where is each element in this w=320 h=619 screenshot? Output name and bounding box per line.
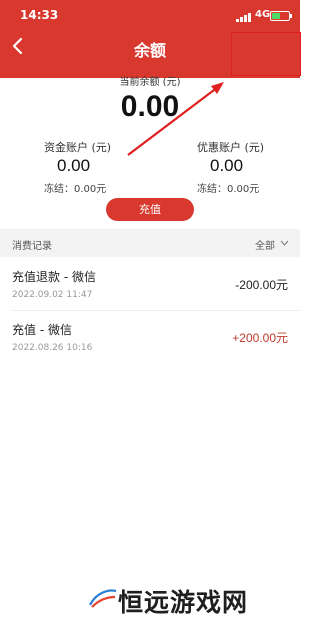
records-title: 消费记录 <box>12 241 52 252</box>
watermark-logo-icon <box>89 589 117 608</box>
battery-icon <box>270 11 292 21</box>
watermark-text: 恒远游戏网 <box>118 588 249 617</box>
status-time: 14:33 <box>20 8 59 22</box>
fund-account-value: 0.00 <box>57 156 91 175</box>
promo-account-label: 优惠账户 (元) <box>197 141 265 154</box>
chevron-down-icon[interactable] <box>280 240 289 246</box>
record-amount: +200.00元 <box>232 331 288 345</box>
record-amount: -200.00元 <box>235 278 288 292</box>
network-label: 4G <box>255 9 271 20</box>
list-item[interactable]: 充值 - 微信 2022.08.26 10:16 +200.00元 <box>0 311 300 363</box>
fund-account-label: 资金账户 (元) <box>44 141 112 154</box>
record-date: 2022.09.02 11:47 <box>12 290 93 300</box>
list-item[interactable]: 充值退款 - 微信 2022.09.02 11:47 -200.00元 <box>0 258 300 310</box>
promo-account-frozen: 冻结：0.00元 <box>197 184 260 195</box>
record-date: 2022.08.26 10:16 <box>12 343 93 353</box>
records-header: 消费记录 全部 <box>0 229 300 257</box>
fund-account-frozen: 冻结：0.00元 <box>44 184 107 195</box>
signal-icon <box>236 12 254 22</box>
records-filter[interactable]: 全部 <box>255 237 275 252</box>
balance-label: 当前余额 (元) <box>119 77 181 88</box>
annotation-highlight-box <box>231 32 301 76</box>
recharge-button[interactable]: 充值 <box>106 198 194 221</box>
record-title: 充值 - 微信 <box>12 323 72 337</box>
balance-value: 0.00 <box>120 90 180 123</box>
status-bar: 14:33 4G <box>0 0 300 30</box>
record-title: 充值退款 - 微信 <box>12 270 96 284</box>
promo-account-value: 0.00 <box>210 156 244 175</box>
